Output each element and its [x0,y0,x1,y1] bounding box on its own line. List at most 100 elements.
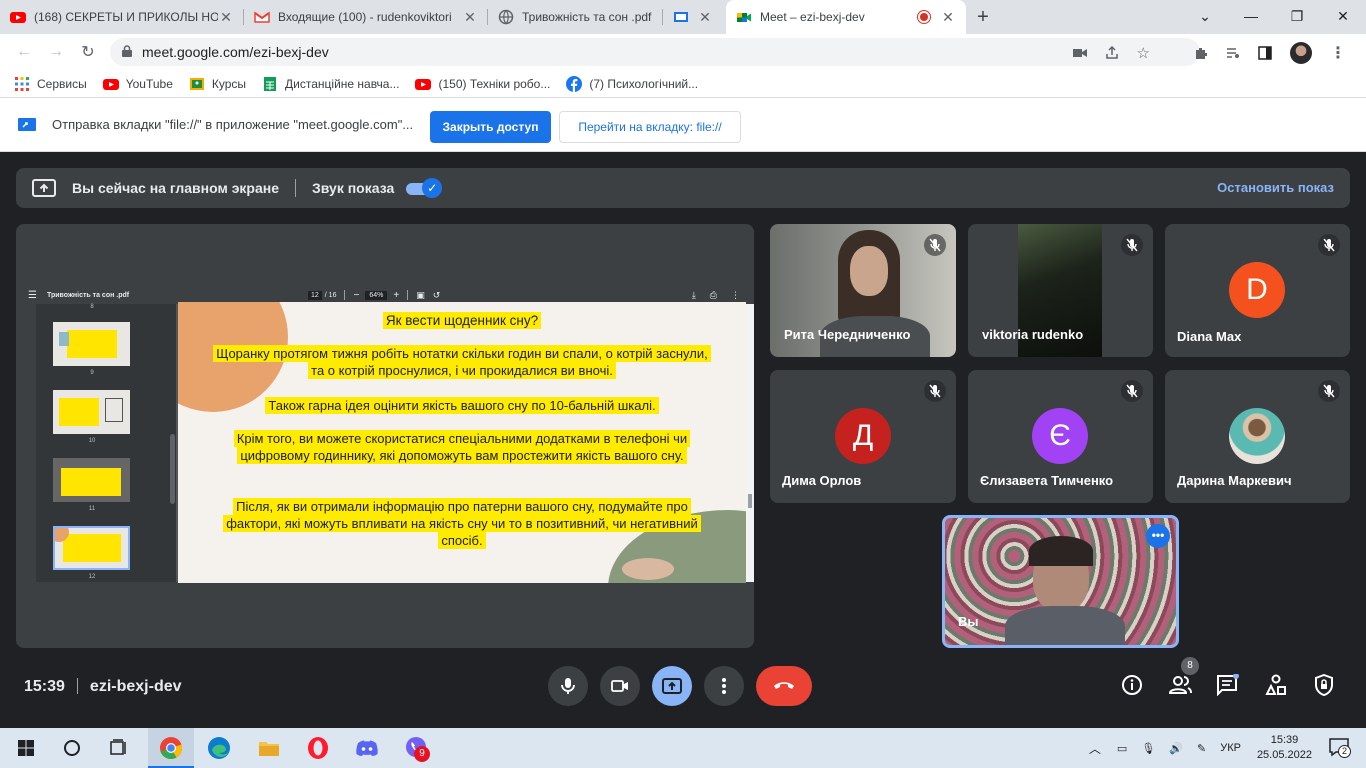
thumbnail-page-selected[interactable] [53,526,130,570]
lock-icon [122,45,132,57]
go-to-tab-button[interactable]: Перейти на вкладку: file:// [559,111,741,143]
people-icon[interactable] [1168,674,1194,696]
notifications-button[interactable]: 2 [1328,737,1354,760]
opera-icon[interactable] [304,734,332,762]
sound-toggle[interactable]: ✓ [406,178,443,198]
back-button[interactable]: ← [8,43,40,61]
more-vert-icon [722,678,726,694]
tab-meet[interactable]: Meet – ezi-bexj-dev ✕ [726,0,966,34]
bookmark-distance-learning[interactable]: Дистанційне навча... [262,76,399,92]
forward-button[interactable]: → [40,43,72,61]
bookmark-techniques[interactable]: (150) Техніки робо... [415,76,550,92]
camera-permission-icon[interactable] [1072,47,1087,59]
present-button[interactable] [652,666,692,706]
camera-button[interactable] [600,666,640,706]
search-icon[interactable] [58,734,86,762]
close-access-button[interactable]: Закрыть доступ [430,111,551,143]
presenting-banner: Вы сейчас на главном экране Звук показа … [16,168,1350,208]
screen-share-icon [674,12,688,22]
mic-button[interactable] [548,666,588,706]
bookmark-psychology[interactable]: (7) Психологічний... [566,75,698,92]
close-tab-icon[interactable]: ✕ [218,9,234,26]
bookmark-label: (150) Техніки робо... [438,76,551,91]
participant-tile[interactable]: Рита Чередниченко [770,224,956,357]
close-tab-icon[interactable]: ✕ [940,9,956,26]
host-controls-icon[interactable] [1313,674,1335,696]
file-explorer-icon[interactable] [255,734,283,762]
participant-tile[interactable]: Дарина Маркевич [1165,370,1350,503]
maximize-button[interactable]: ❐ [1274,0,1320,34]
new-tab-button[interactable]: + [966,0,1000,34]
page-input[interactable]: 12 [308,290,322,300]
pen-icon[interactable]: ✎ [1197,742,1206,755]
bookmark-youtube[interactable]: YouTube [102,76,173,92]
rotate-icon[interactable]: ↺ [433,290,441,301]
chat-icon[interactable] [1216,674,1240,696]
side-panel-icon[interactable] [1258,46,1272,60]
participant-tile[interactable]: Д Дима Орлов [770,370,956,503]
activities-icon[interactable] [1265,674,1287,696]
thumb-number: 11 [88,506,96,512]
self-view-tile[interactable]: ••• Вы [942,515,1179,648]
tab-pdf[interactable]: Тривожність та сон .pdf [488,0,663,34]
tab-shared-screen[interactable]: ✕ [663,0,726,34]
mic-icon [561,678,575,694]
windows-start-icon[interactable] [12,734,40,762]
leave-call-button[interactable] [756,666,812,706]
thumb-number: 9 [90,370,94,376]
discord-icon[interactable] [353,734,381,762]
media-control-icon[interactable] [1226,46,1240,60]
language-indicator[interactable]: УКР [1220,742,1241,754]
meet-icon [737,13,751,22]
more-options-icon[interactable]: ⋮ [731,290,740,301]
close-tab-icon[interactable]: ✕ [697,9,713,26]
share-icon[interactable] [1105,46,1119,60]
menu-dots-icon[interactable]: ⋮ [1330,43,1346,63]
extensions-icon[interactable] [1194,46,1208,60]
volume-icon[interactable]: 🔊 [1169,742,1183,755]
info-icon[interactable] [1121,674,1143,696]
thumbnail-page[interactable] [53,322,130,366]
edge-icon[interactable] [205,734,233,762]
minimize-button[interactable]: — [1228,0,1274,34]
fit-page-icon[interactable]: ▣ [416,290,425,301]
participant-tile[interactable]: viktoria rudenko [968,224,1153,357]
thumbnail-page[interactable] [53,390,130,434]
stop-presenting-button[interactable]: Остановить показ [1217,180,1334,195]
participant-name: Рита Чередниченко [784,327,911,342]
zoom-level[interactable]: 64% [365,290,388,300]
participant-tile[interactable]: Є Єлизавета Тимченко [968,370,1153,503]
menu-icon[interactable]: ☰ [28,290,37,301]
zoom-in-button[interactable]: + [393,290,399,301]
page-scrollbar[interactable] [746,304,754,582]
zoom-out-button[interactable]: − [353,290,359,301]
thumbnail-page[interactable] [53,458,130,502]
tab-gmail[interactable]: Входящие (100) - rudenkoviktori ✕ [244,0,488,34]
profile-avatar[interactable] [1290,42,1312,64]
download-icon[interactable]: ⤓ [692,290,696,301]
more-options-button[interactable] [704,666,744,706]
bookmark-star-icon[interactable]: ☆ [1137,44,1150,62]
infobar-message: Отправка вкладки "file://" в приложение … [52,117,414,132]
page-heading: Як вести щоденник сну? [178,312,746,329]
reload-button[interactable]: ↻ [72,42,104,62]
bookmark-services[interactable]: Сервисы [14,76,87,92]
show-hidden-icons[interactable]: ︿ [1089,740,1101,757]
sound-label: Звук показа [312,180,395,196]
meet-app: Вы сейчас на главном экране Звук показа … [0,152,1366,728]
task-view-icon[interactable] [104,734,132,762]
thumbnail-scrollbar[interactable] [170,434,175,504]
participant-tile[interactable]: D Diana Max [1165,224,1350,357]
print-icon[interactable]: ⎙ [710,290,717,301]
tab-youtube[interactable]: (168) СЕКРЕТЫ И ПРИКОЛЫ НОВ ✕ [0,0,244,34]
bookmark-courses[interactable]: Курсы [189,76,246,92]
youtube-icon [10,12,26,23]
address-bar[interactable]: meet.google.com/ezi-bexj-dev [110,38,1200,66]
mic-tray-icon[interactable]: 🎙 [1141,742,1155,755]
close-window-button[interactable]: ✕ [1320,0,1366,34]
battery-icon[interactable]: ▭ [1117,742,1127,755]
clock[interactable]: 15:39 25.05.2022 [1257,733,1312,763]
close-tab-icon[interactable]: ✕ [462,9,478,26]
tab-search-icon[interactable]: ⌄ [1182,0,1228,34]
more-options-button[interactable]: ••• [1146,524,1170,548]
